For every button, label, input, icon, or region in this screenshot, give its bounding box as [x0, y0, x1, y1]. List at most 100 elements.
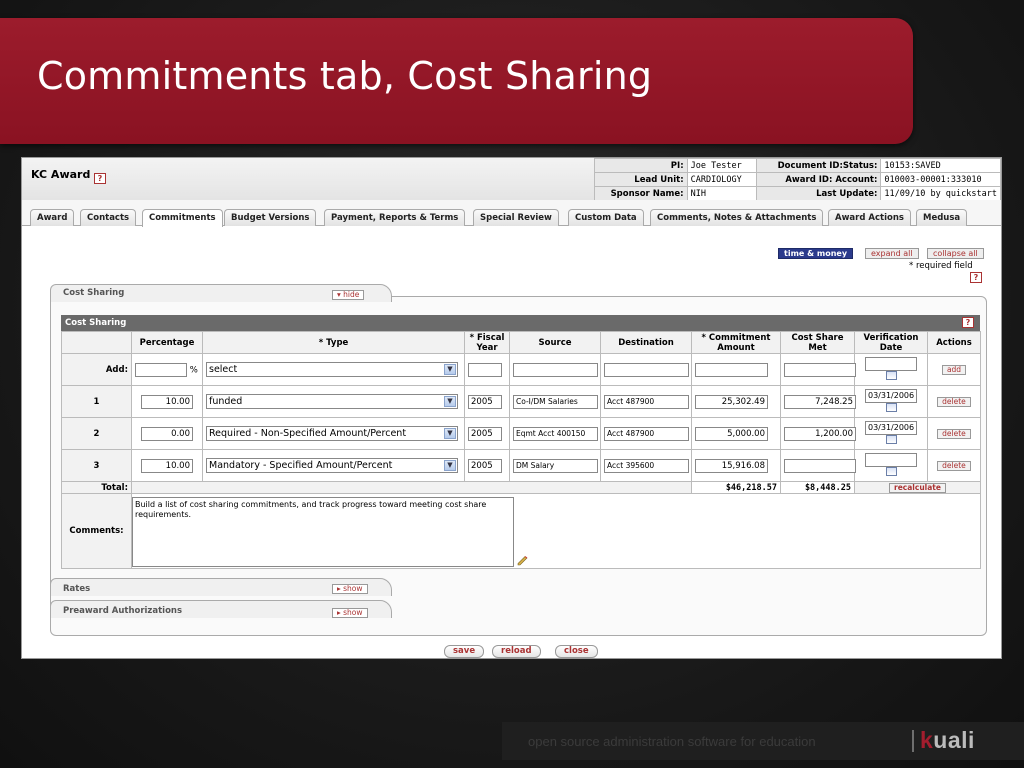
- tab-comments-notes-attachments[interactable]: Comments, Notes & Attachments: [650, 209, 824, 226]
- sponsor-label: Sponsor Name:: [594, 186, 688, 201]
- destination-input[interactable]: Acct 487900: [604, 426, 689, 441]
- tab-budget-versions[interactable]: Budget Versions: [224, 209, 317, 226]
- tab-custom-data[interactable]: Custom Data: [568, 209, 644, 226]
- reload-button[interactable]: reload: [492, 645, 541, 658]
- destination-input[interactable]: Acct 487900: [604, 394, 689, 409]
- col-header-cost-share-met: Cost Share Met: [780, 331, 855, 354]
- collapse-all-button[interactable]: collapse all: [927, 248, 984, 259]
- document-title: KC Award: [31, 168, 91, 181]
- add-percentage-cell: %: [131, 353, 203, 386]
- row-label-header: [61, 331, 132, 354]
- last-update-value: 11/09/10 by quickstart: [880, 186, 1001, 201]
- calendar-icon[interactable]: [885, 466, 897, 476]
- add-commitment-cell: [691, 353, 781, 386]
- fiscal-year-cell: 2005: [464, 385, 510, 418]
- add-destination-input[interactable]: [604, 362, 689, 377]
- verification-date-input[interactable]: [865, 452, 917, 467]
- source-input[interactable]: Co-I/DM Salaries: [513, 394, 598, 409]
- tab-award[interactable]: Award: [30, 209, 75, 226]
- time-money-button[interactable]: time & money: [778, 248, 854, 259]
- add-commitment-input[interactable]: [695, 362, 768, 377]
- add-row: Add: % select ▼ add: [61, 353, 981, 386]
- delete-button[interactable]: delete: [937, 396, 971, 407]
- show-rates-button[interactable]: ▸ show: [332, 584, 368, 594]
- pencil-edit-icon[interactable]: [517, 556, 529, 566]
- chevron-down-icon: ▼: [444, 396, 456, 407]
- doc-status-value: 10153:SAVED: [880, 158, 1001, 173]
- sponsor-value: NIH: [686, 186, 758, 201]
- add-button[interactable]: add: [941, 364, 967, 375]
- expand-all-button[interactable]: expand all: [865, 248, 919, 259]
- source-input[interactable]: DM Salary: [513, 458, 598, 473]
- fiscal-year-input[interactable]: 2005: [468, 394, 502, 409]
- save-button[interactable]: save: [444, 645, 485, 658]
- calendar-icon[interactable]: [885, 402, 897, 412]
- cost-share-met-input[interactable]: 1,200.00: [784, 426, 856, 441]
- percentage-input[interactable]: 10.00: [141, 394, 193, 409]
- source-cell: Co-I/DM Salaries: [509, 385, 601, 418]
- type-value: funded: [209, 396, 243, 407]
- commitment-input[interactable]: 5,000.00: [695, 426, 768, 441]
- tab-special-review[interactable]: Special Review: [473, 209, 559, 226]
- help-icon[interactable]: ?: [94, 173, 106, 184]
- tab-payment-reports-terms[interactable]: Payment, Reports & Terms: [324, 209, 466, 226]
- tab-commitments[interactable]: Commitments: [142, 209, 223, 227]
- commitment-input[interactable]: 25,302.49: [695, 394, 768, 409]
- cost-sharing-help-icon[interactable]: ?: [962, 317, 974, 328]
- cost-share-met-input[interactable]: 7,248.25: [784, 394, 856, 409]
- delete-button[interactable]: delete: [937, 460, 971, 471]
- header-info-table: PI: Joe Tester Document ID:Status: 10153…: [594, 158, 1001, 201]
- destination-cell: Acct 487900: [600, 385, 692, 418]
- tab-bar: Award Contacts Commitments Budget Versio…: [22, 200, 1001, 227]
- add-type-select[interactable]: select ▼: [206, 362, 458, 377]
- calendar-icon[interactable]: [885, 434, 897, 444]
- recalculate-cell: recalculate: [854, 481, 981, 494]
- logo-rest: uali: [933, 727, 975, 753]
- total-cost-share-met: $8,448.25: [780, 481, 855, 494]
- add-fiscal-year-input[interactable]: [468, 362, 502, 377]
- chevron-down-icon: ▼: [444, 460, 456, 471]
- total-label: Total:: [61, 481, 132, 494]
- table-row: 1 10.00 funded ▼ 2005 Co-I/DM Salaries Ac…: [61, 385, 981, 418]
- verification-date-input[interactable]: 03/31/2006: [865, 388, 917, 403]
- add-type-value: select: [209, 364, 238, 375]
- logo-k: k: [920, 727, 934, 753]
- add-cost-share-met-input[interactable]: [784, 362, 856, 377]
- recalculate-button[interactable]: recalculate: [889, 482, 946, 493]
- percentage-input[interactable]: 10.00: [141, 458, 193, 473]
- page-help-icon[interactable]: ?: [970, 272, 982, 283]
- tab-contacts[interactable]: Contacts: [80, 209, 137, 226]
- show-preaward-button[interactable]: ▸ show: [332, 608, 368, 618]
- verification-date-input[interactable]: 03/31/2006: [865, 420, 917, 435]
- calendar-icon[interactable]: [885, 370, 897, 380]
- col-header-fiscal-year: * Fiscal Year: [464, 331, 510, 354]
- fiscal-year-input[interactable]: 2005: [468, 458, 502, 473]
- lead-unit-value: CARDIOLOGY: [686, 172, 758, 187]
- add-verification-date-input[interactable]: [865, 356, 917, 371]
- close-button[interactable]: close: [555, 645, 598, 658]
- fiscal-year-input[interactable]: 2005: [468, 426, 502, 441]
- tab-award-actions[interactable]: Award Actions: [828, 209, 911, 226]
- hide-cost-sharing-button[interactable]: ▾ hide: [332, 290, 365, 300]
- required-field-note: * required field: [909, 261, 973, 271]
- type-select[interactable]: Required - Non-Specified Amount/Percent ▼: [206, 426, 458, 441]
- destination-input[interactable]: Acct 395600: [604, 458, 689, 473]
- commitment-input[interactable]: 15,916.08: [695, 458, 768, 473]
- tab-medusa[interactable]: Medusa: [916, 209, 968, 226]
- action-cell: delete: [927, 385, 981, 418]
- add-action-cell: add: [927, 353, 981, 386]
- type-select[interactable]: funded ▼: [206, 394, 458, 409]
- type-value: Required - Non-Specified Amount/Percent: [209, 428, 407, 439]
- col-header-percentage: Percentage: [131, 331, 203, 354]
- col-header-type: * Type: [202, 331, 465, 354]
- row-number: 2: [61, 417, 132, 450]
- type-select[interactable]: Mandatory - Specified Amount/Percent ▼: [206, 458, 458, 473]
- comments-textarea[interactable]: Build a list of cost sharing commitments…: [132, 497, 514, 567]
- date-cell: 03/31/2006: [854, 417, 928, 450]
- cost-share-met-input[interactable]: [784, 458, 856, 473]
- percentage-input[interactable]: 0.00: [141, 426, 193, 441]
- add-source-input[interactable]: [513, 362, 598, 377]
- delete-button[interactable]: delete: [937, 428, 971, 439]
- add-percentage-input[interactable]: [135, 362, 187, 377]
- source-input[interactable]: Eqmt Acct 400150: [513, 426, 598, 441]
